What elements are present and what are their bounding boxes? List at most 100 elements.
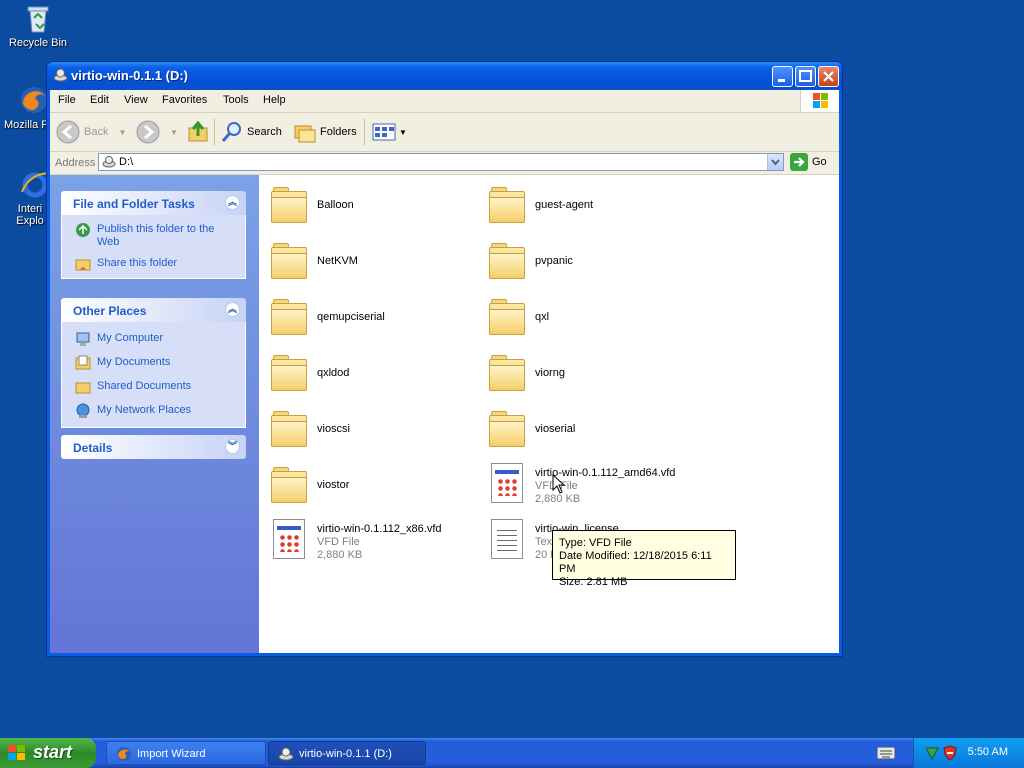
publish-folder-link[interactable]: Publish this folder to the Web <box>62 221 245 251</box>
menu-file[interactable]: File <box>58 94 76 106</box>
task-label: Import Wizard <box>137 748 206 760</box>
system-tray: 5:50 AM <box>913 738 1024 768</box>
link-label: My Network Places <box>97 404 192 416</box>
link-label: My Documents <box>97 356 171 368</box>
keyboard-icon[interactable] <box>877 747 895 759</box>
my-computer-icon <box>76 332 90 346</box>
address-dropdown-button[interactable] <box>767 154 783 170</box>
menu-bar: File Edit View Favorites Tools Help <box>50 90 839 113</box>
vfd-file-icon <box>487 463 527 503</box>
search-button[interactable]: Search <box>220 121 282 143</box>
menu-edit[interactable]: Edit <box>90 94 109 106</box>
window-title: virtio-win-0.1.1 (D:) <box>71 68 189 83</box>
close-button[interactable] <box>818 66 839 87</box>
folder-item[interactable]: vioserial <box>487 409 687 457</box>
file-name: viostor <box>317 479 350 491</box>
panel-body: Publish this folder to the Web Share thi… <box>61 215 246 279</box>
task-pane: File and Folder Tasks ︽ Publish this fol… <box>50 175 259 653</box>
other-places-panel: Other Places ︽ My Computer My Documents … <box>61 298 246 428</box>
file-name: NetKVM <box>317 255 358 267</box>
folder-icon <box>269 185 309 225</box>
title-bar[interactable]: virtio-win-0.1.1 (D:) <box>47 62 842 90</box>
panel-title: Other Places <box>73 304 147 318</box>
folder-item[interactable]: qxldod <box>269 353 469 401</box>
folders-button[interactable]: Folders <box>292 121 357 143</box>
my-network-places-link[interactable]: My Network Places <box>62 402 245 419</box>
drive-icon <box>53 68 68 83</box>
network-tray-icon[interactable] <box>924 745 940 761</box>
file-view: Balloon guest-agent NetKVM pvpanic qemup… <box>259 175 839 653</box>
maximize-button[interactable] <box>795 66 816 87</box>
collapse-icon[interactable]: ︽ <box>225 195 240 210</box>
file-info-tooltip: Type: VFD File Date Modified: 12/18/2015… <box>552 530 736 588</box>
network-places-icon <box>76 403 90 418</box>
back-label: Back <box>84 126 109 138</box>
file-folder-tasks-header[interactable]: File and Folder Tasks ︽ <box>61 191 246 215</box>
menu-help[interactable]: Help <box>263 94 286 106</box>
views-button[interactable]: ▼ <box>372 121 407 143</box>
collapse-icon[interactable]: ︽ <box>225 302 240 317</box>
folder-item[interactable]: qemupciserial <box>269 297 469 345</box>
minimize-button[interactable] <box>772 66 793 87</box>
other-places-header[interactable]: Other Places ︽ <box>61 298 246 322</box>
file-size: 2,880 KB <box>317 549 363 561</box>
file-item[interactable]: virtio-win-0.1.112_x86.vfd VFD File 2,88… <box>269 519 479 567</box>
folder-icon <box>487 241 527 281</box>
desktop-icon-recycle-bin[interactable]: Recycle Bin <box>0 2 76 49</box>
start-button[interactable]: start <box>0 738 96 768</box>
file-name: virtio-win-0.1.112_x86.vfd <box>317 523 442 535</box>
file-name: vioscsi <box>317 423 351 435</box>
share-folder-link[interactable]: Share this folder <box>62 255 245 272</box>
windows-flag-icon <box>8 745 25 760</box>
chevron-down-icon: ▼ <box>399 127 407 137</box>
menu-favorites[interactable]: Favorites <box>162 94 207 106</box>
drive-icon <box>102 156 116 168</box>
folder-item[interactable]: vioscsi <box>269 409 469 457</box>
file-name: pvpanic <box>535 255 573 267</box>
drive-icon <box>278 747 294 761</box>
publish-web-icon <box>76 223 90 237</box>
folder-item[interactable]: Balloon <box>269 185 469 233</box>
folder-icon <box>487 353 527 393</box>
clock[interactable]: 5:50 AM <box>968 746 1008 758</box>
address-value: D:\ <box>119 156 134 168</box>
desktop-icon-label: Recycle Bin <box>8 37 68 49</box>
toolbar-separator <box>364 119 365 145</box>
folders-label: Folders <box>320 126 357 138</box>
shared-documents-link[interactable]: Shared Documents <box>62 378 245 395</box>
details-header[interactable]: Details ︾ <box>61 435 246 459</box>
address-input[interactable]: D:\ <box>98 153 784 171</box>
menu-tools[interactable]: Tools <box>223 94 249 106</box>
minimize-icon <box>778 79 785 82</box>
file-item[interactable]: virtio-win-0.1.112_amd64.vfd VFD File 2,… <box>487 463 737 511</box>
forward-button[interactable]: ▼ <box>136 120 178 144</box>
chevron-down-icon: ▼ <box>118 127 127 137</box>
go-label: Go <box>812 156 827 168</box>
file-name: qxl <box>535 311 550 323</box>
folder-item[interactable]: qxl <box>487 297 687 345</box>
expand-icon[interactable]: ︾ <box>225 439 240 454</box>
my-computer-link[interactable]: My Computer <box>62 330 245 347</box>
folder-item[interactable]: guest-agent <box>487 185 687 233</box>
file-name: guest-agent <box>535 199 594 211</box>
share-folder-icon <box>75 259 91 271</box>
taskbar-item-import-wizard[interactable]: Import Wizard <box>106 741 266 765</box>
folder-item[interactable]: pvpanic <box>487 241 687 289</box>
file-type: Tex <box>535 536 553 548</box>
folder-item[interactable]: viostor <box>269 465 469 513</box>
my-documents-link[interactable]: My Documents <box>62 354 245 371</box>
back-button[interactable]: Back ▼ <box>56 120 127 144</box>
up-folder-button[interactable] <box>186 120 210 143</box>
link-label: My Computer <box>97 332 164 344</box>
folder-item[interactable]: NetKVM <box>269 241 469 289</box>
folder-icon <box>269 353 309 393</box>
menu-view[interactable]: View <box>124 94 148 106</box>
details-panel: Details ︾ <box>61 435 246 459</box>
folder-item[interactable]: viorng <box>487 353 687 401</box>
security-shield-icon[interactable] <box>942 745 958 761</box>
go-button[interactable]: Go <box>790 153 830 171</box>
shared-documents-icon <box>75 382 91 394</box>
windows-logo-icon <box>800 90 839 112</box>
taskbar-item-explorer[interactable]: virtio-win-0.1.1 (D:) <box>268 741 426 765</box>
tooltip-type: Type: VFD File <box>559 537 632 549</box>
